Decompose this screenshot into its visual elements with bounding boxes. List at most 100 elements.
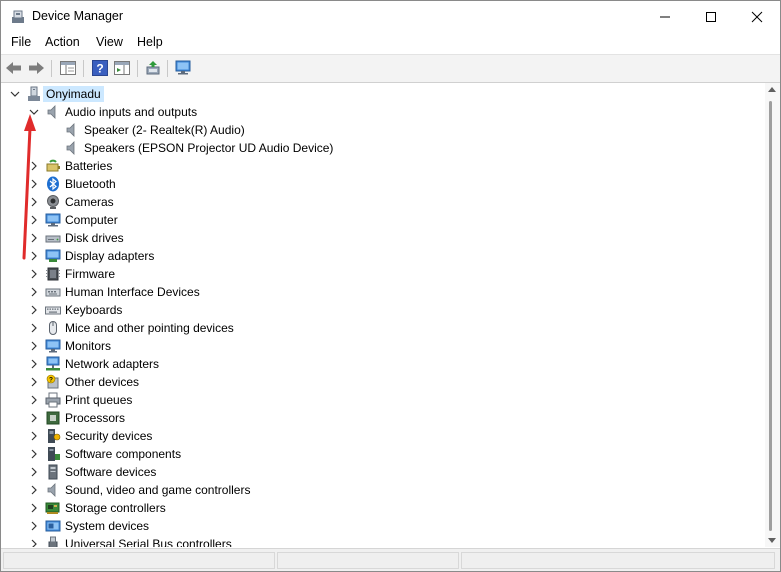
chevron-right-icon[interactable] [27, 177, 41, 191]
menu-help[interactable]: Help [137, 35, 163, 49]
expand-toggle[interactable] [27, 284, 41, 300]
tree-category-item[interactable]: Keyboards [2, 301, 762, 319]
tree-category-item[interactable]: Software components [2, 445, 762, 463]
menu-file[interactable]: File [11, 35, 31, 49]
back-button[interactable] [5, 59, 23, 77]
chevron-right-icon[interactable] [27, 159, 41, 173]
update-driver-button[interactable] [144, 59, 162, 77]
tree-root-item[interactable]: Onyimadu [2, 85, 762, 103]
expand-toggle[interactable] [27, 518, 41, 534]
expand-toggle[interactable] [27, 158, 41, 174]
show-hide-action-pane-button[interactable] [113, 59, 131, 77]
expand-toggle[interactable] [27, 230, 41, 246]
chevron-right-icon[interactable] [27, 195, 41, 209]
expand-toggle[interactable] [27, 464, 41, 480]
help-button[interactable]: ? [91, 59, 109, 77]
mouse-icon [49, 321, 57, 335]
device-tree[interactable]: Onyimadu Audio inputs and outputs Speaker … [2, 83, 764, 547]
chevron-right-icon[interactable] [27, 411, 41, 425]
expand-toggle[interactable] [27, 266, 41, 282]
tree-category-item[interactable]: Human Interface Devices [2, 283, 762, 301]
expand-toggle[interactable] [27, 194, 41, 210]
chevron-right-icon[interactable] [27, 303, 41, 317]
chevron-right-icon[interactable] [27, 519, 41, 533]
close-button[interactable] [734, 1, 780, 32]
expand-toggle[interactable] [27, 320, 41, 336]
expand-toggle[interactable] [27, 302, 41, 318]
chevron-right-icon[interactable] [27, 321, 41, 335]
tree-category-item[interactable]: Mice and other pointing devices [2, 319, 762, 337]
show-hide-console-tree-button[interactable] [59, 59, 77, 77]
chevron-right-icon[interactable] [27, 249, 41, 263]
expand-toggle[interactable] [27, 428, 41, 444]
scroll-down-icon[interactable] [768, 538, 776, 543]
maximize-button[interactable] [688, 1, 734, 32]
tree-category-item[interactable]: ? Other devices [2, 373, 762, 391]
tree-item-label: Computer [65, 213, 118, 227]
chevron-right-icon[interactable] [27, 447, 41, 461]
chevron-right-icon[interactable] [27, 339, 41, 353]
tree-category-item[interactable]: Sound, video and game controllers [2, 481, 762, 499]
tree-category-item[interactable]: Monitors [2, 337, 762, 355]
tree-category-item[interactable]: Bluetooth [2, 175, 762, 193]
forward-button[interactable] [27, 59, 45, 77]
expand-toggle[interactable] [27, 392, 41, 408]
menu-action[interactable]: Action [45, 35, 80, 49]
tree-category-item[interactable]: Firmware [2, 265, 762, 283]
chevron-right-icon[interactable] [27, 465, 41, 479]
tree-category-item[interactable]: Display adapters [2, 247, 762, 265]
scroll-up-icon[interactable] [768, 87, 776, 92]
chevron-right-icon[interactable] [27, 393, 41, 407]
expand-toggle[interactable] [27, 500, 41, 516]
tree-category-item[interactable]: Batteries [2, 157, 762, 175]
tree-category-item[interactable]: Security devices [2, 427, 762, 445]
tree-item-icon-wrapper [45, 356, 61, 372]
menu-view[interactable]: View [96, 35, 123, 49]
chevron-right-icon[interactable] [27, 537, 41, 547]
expand-toggle[interactable] [27, 176, 41, 192]
tree-item-icon-wrapper [45, 248, 61, 264]
expand-toggle[interactable] [27, 446, 41, 462]
tree-category-item[interactable]: Processors [2, 409, 762, 427]
chevron-right-icon[interactable] [27, 429, 41, 443]
chevron-right-icon[interactable] [27, 231, 41, 245]
chevron-right-icon[interactable] [27, 267, 41, 281]
chevron-down-icon[interactable] [8, 87, 22, 101]
expand-toggle[interactable] [27, 482, 41, 498]
expand-toggle[interactable] [8, 86, 22, 102]
scan-for-hardware-changes-button[interactable] [175, 59, 193, 77]
tree-category-item[interactable]: Cameras [2, 193, 762, 211]
expand-toggle[interactable] [27, 356, 41, 372]
tree-category-item[interactable]: Software devices [2, 463, 762, 481]
tree-category-item[interactable]: Audio inputs and outputs [2, 103, 762, 121]
window-title: Device Manager [32, 9, 124, 23]
scrollbar-thumb[interactable] [769, 101, 772, 531]
toolbar-separator [137, 60, 138, 77]
tree-category-item[interactable]: System devices [2, 517, 762, 535]
chevron-down-icon[interactable] [27, 105, 41, 119]
tree-category-item[interactable]: Disk drives [2, 229, 762, 247]
chevron-right-icon[interactable] [27, 357, 41, 371]
tree-category-item[interactable]: Print queues [2, 391, 762, 409]
chevron-right-icon[interactable] [27, 213, 41, 227]
minimize-button[interactable] [642, 1, 688, 32]
tree-category-item[interactable]: Network adapters [2, 355, 762, 373]
tree-device-item[interactable]: Speakers (EPSON Projector UD Audio Devic… [2, 139, 762, 157]
tree-category-item[interactable]: Storage controllers [2, 499, 762, 517]
tree-category-item[interactable]: Computer [2, 211, 762, 229]
expand-toggle[interactable] [27, 212, 41, 228]
chevron-right-icon[interactable] [27, 501, 41, 515]
tree-device-item[interactable]: Speaker (2- Realtek(R) Audio) [2, 121, 762, 139]
tree-category-item[interactable]: Universal Serial Bus controllers [2, 535, 762, 547]
expand-toggle[interactable] [27, 104, 41, 120]
title-bar[interactable]: Device Manager [1, 1, 780, 32]
vertical-scrollbar[interactable] [765, 83, 780, 547]
expand-toggle[interactable] [27, 536, 41, 547]
expand-toggle[interactable] [27, 410, 41, 426]
chevron-right-icon[interactable] [27, 375, 41, 389]
expand-toggle[interactable] [27, 374, 41, 390]
expand-toggle[interactable] [27, 248, 41, 264]
chevron-right-icon[interactable] [27, 285, 41, 299]
chevron-right-icon[interactable] [27, 483, 41, 497]
expand-toggle[interactable] [27, 338, 41, 354]
